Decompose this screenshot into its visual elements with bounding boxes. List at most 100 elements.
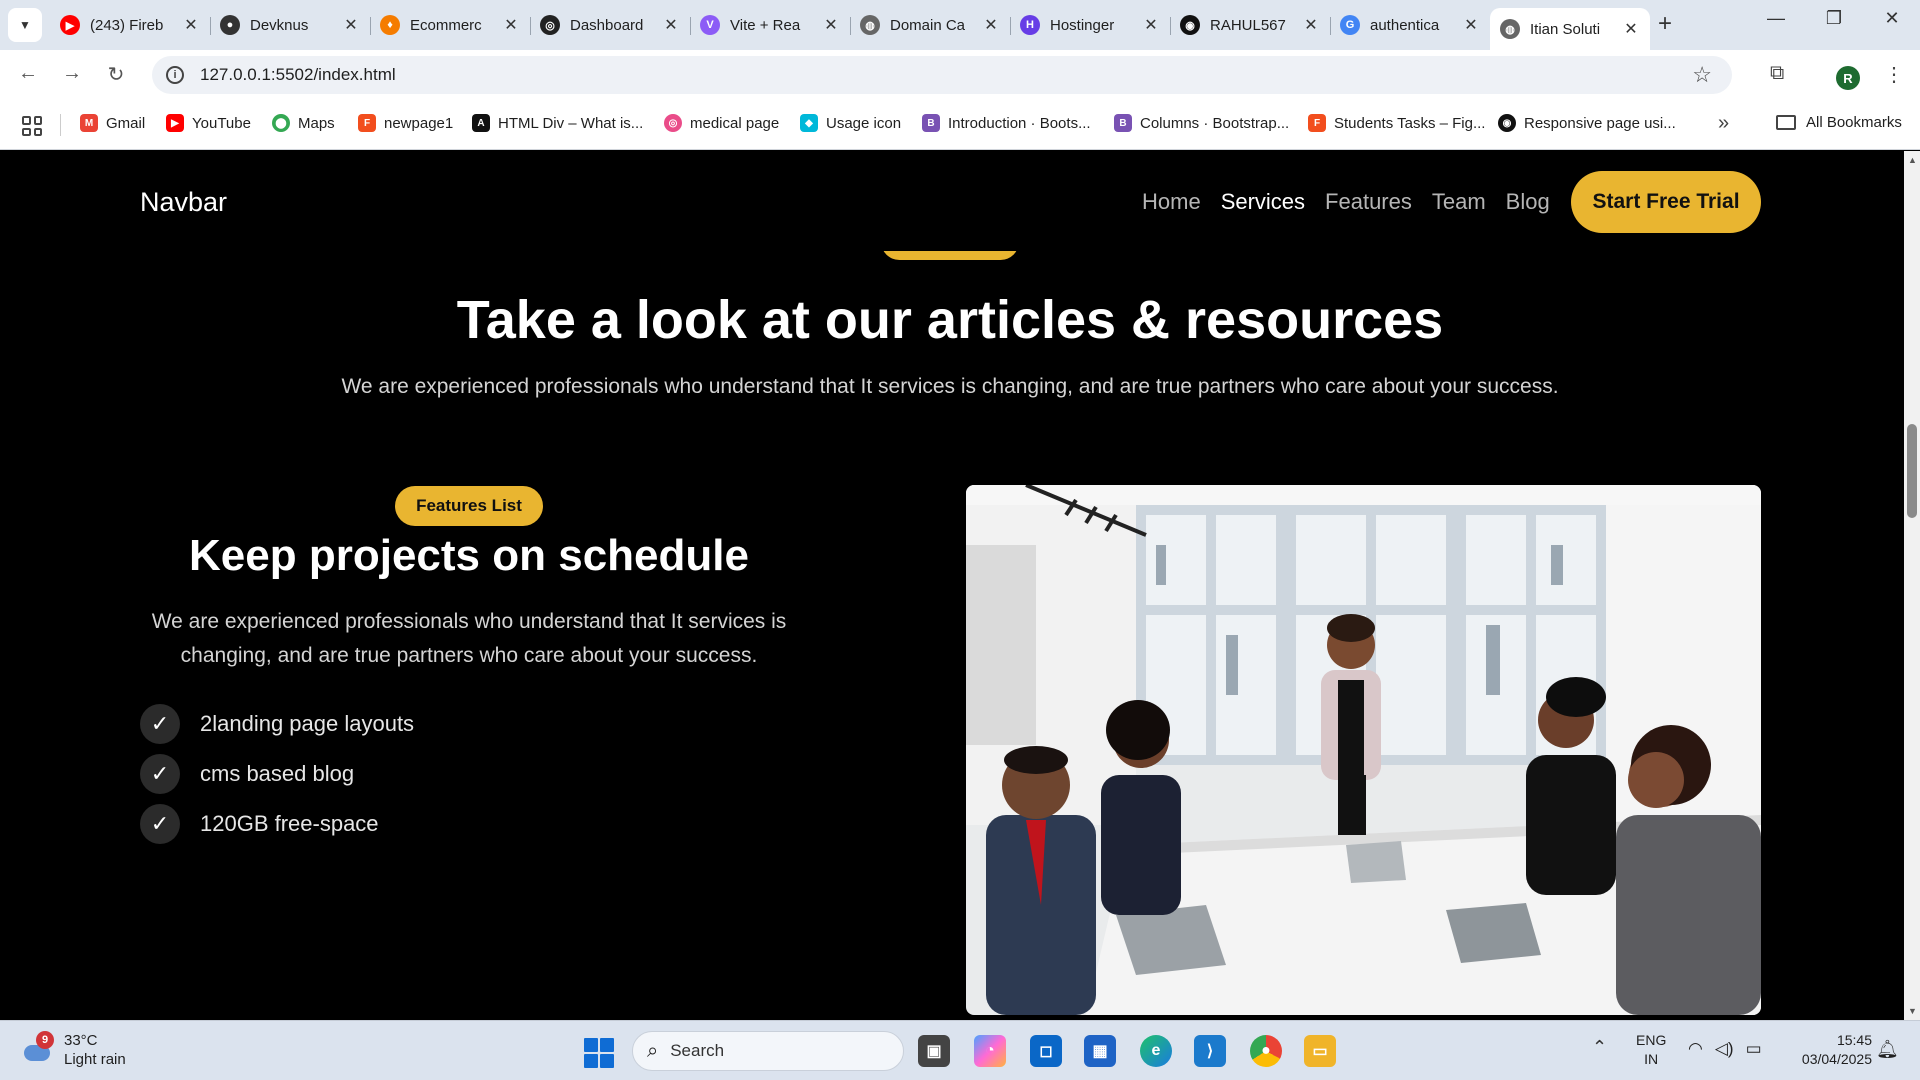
tab-5[interactable]: ◍ Domain Ca ✕ — [850, 8, 1011, 42]
edge-icon[interactable]: e — [1140, 1035, 1172, 1067]
back-arrow-icon[interactable]: ← — [14, 62, 42, 85]
bookmark-bootstrap-intro[interactable]: B Introduction · Boots... — [922, 114, 1091, 132]
bookmark-maps[interactable]: ⬤ Maps — [272, 114, 335, 132]
window-close-icon[interactable]: ✕ — [1872, 8, 1912, 29]
tab-title: RAHUL567 — [1210, 16, 1286, 34]
battery-icon[interactable]: ▭ — [1746, 1039, 1762, 1059]
close-icon[interactable]: ✕ — [342, 15, 360, 35]
forward-arrow-icon[interactable]: → — [58, 62, 86, 85]
tab-0[interactable]: ▶ (243) Fireb ✕ — [50, 8, 211, 42]
file-explorer-icon[interactable]: ▭ — [1304, 1035, 1336, 1067]
tab-title: Vite + Rea — [730, 16, 801, 34]
address-bar[interactable]: i 127.0.0.1:5502/index.html ☆ — [152, 56, 1732, 94]
bookmark-star-icon[interactable]: ☆ — [1692, 62, 1712, 88]
more-bookmarks-chevron-icon[interactable]: » — [1718, 112, 1729, 135]
gmail-icon: M — [80, 114, 98, 132]
github-icon: ◉ — [1180, 15, 1200, 35]
close-icon[interactable]: ✕ — [1142, 15, 1160, 35]
tab-9-active[interactable]: ◍ Itian Soluti ✕ — [1490, 8, 1650, 50]
clock-time: 15:45 — [1836, 1032, 1872, 1048]
url-text[interactable]: 127.0.0.1:5502/index.html — [200, 65, 396, 85]
task-view-icon[interactable]: ▣ — [918, 1035, 950, 1067]
tab-6[interactable]: H Hostinger ✕ — [1010, 8, 1171, 42]
minimize-icon[interactable]: — — [1756, 8, 1796, 29]
volume-icon[interactable]: ◁) — [1715, 1039, 1734, 1059]
site-brand[interactable]: Navbar — [140, 187, 227, 218]
close-icon[interactable]: ✕ — [1622, 19, 1640, 39]
copilot-icon[interactable]: ◔ — [974, 1035, 1006, 1067]
system-clock[interactable]: 15:45 03/04/2025 — [1784, 1031, 1872, 1069]
restore-icon[interactable]: ❐ — [1814, 8, 1854, 29]
system-tray[interactable]: ◠ ◁) ▭ — [1688, 1039, 1762, 1059]
nav-link-services[interactable]: Services — [1221, 189, 1305, 215]
openai-icon: ◎ — [540, 15, 560, 35]
windows-start-icon[interactable] — [584, 1038, 614, 1068]
scroll-up-icon[interactable]: ▲ — [1908, 155, 1917, 165]
bookmark-bootstrap-columns[interactable]: B Columns · Bootstrap... — [1114, 114, 1289, 132]
chrome-icon[interactable]: ● — [1250, 1035, 1282, 1067]
store-icon[interactable]: ▦ — [1084, 1035, 1116, 1067]
tray-chevron-up-icon[interactable]: ⌃ — [1592, 1037, 1607, 1058]
tab-2[interactable]: ♦ Ecommerc ✕ — [370, 8, 531, 42]
nav-link-home[interactable]: Home — [1142, 189, 1201, 215]
extensions-puzzle-icon[interactable]: ⧉ — [1770, 62, 1784, 85]
site-info-icon[interactable]: i — [166, 66, 184, 84]
bookmark-newpage1[interactable]: F newpage1 — [358, 114, 453, 132]
bookmark-gmail[interactable]: M Gmail — [80, 114, 145, 132]
page-scrollbar[interactable]: ▲ ▼ — [1904, 151, 1920, 1020]
bookmark-medical-page[interactable]: ◎ medical page — [664, 114, 779, 132]
profile-avatar[interactable]: R — [1836, 66, 1860, 90]
scrollbar-thumb[interactable] — [1907, 424, 1917, 518]
nav-link-blog[interactable]: Blog — [1506, 189, 1550, 215]
hostinger-icon: H — [1020, 15, 1040, 35]
tab-1[interactable]: ● Devknus ✕ — [210, 8, 371, 42]
apps-grid-icon[interactable] — [22, 116, 42, 136]
scroll-down-icon[interactable]: ▼ — [1908, 1006, 1917, 1016]
figma-icon: F — [1308, 114, 1326, 132]
notification-bell-icon[interactable]: 🔔︎ — [1876, 1039, 1899, 1060]
bookmark-html-div[interactable]: A HTML Div – What is... — [472, 114, 643, 132]
nav-link-team[interactable]: Team — [1432, 189, 1486, 215]
feature-pill: Features List — [395, 486, 543, 526]
close-icon[interactable]: ✕ — [1462, 15, 1480, 35]
tab-7[interactable]: ◉ RAHUL567 ✕ — [1170, 8, 1331, 42]
close-icon[interactable]: ✕ — [662, 15, 680, 35]
site-icon: A — [472, 114, 490, 132]
bookmark-responsive-page[interactable]: ◉ Responsive page usi... — [1498, 114, 1676, 132]
google-icon: G — [1340, 15, 1360, 35]
bookmark-usage-icon[interactable]: ◆ Usage icon — [800, 114, 901, 132]
wifi-icon[interactable]: ◠ — [1688, 1039, 1703, 1059]
weather-widget[interactable]: 9 33°C Light rain — [22, 1031, 126, 1069]
feature-list: ✓ 2landing page layouts ✓ cms based blog… — [140, 699, 414, 849]
reload-icon[interactable]: ↻ — [102, 62, 130, 87]
youtube-icon: ▶ — [60, 15, 80, 35]
close-icon[interactable]: ✕ — [502, 15, 520, 35]
section-title: Take a look at our articles & resources — [456, 290, 1444, 350]
menu-kebab-icon[interactable]: ⋮ — [1884, 62, 1904, 87]
meeting-photo — [966, 485, 1761, 1015]
tab-4[interactable]: V Vite + Rea ✕ — [690, 8, 851, 42]
start-free-trial-button[interactable]: Start Free Trial — [1571, 171, 1761, 233]
close-icon[interactable]: ✕ — [822, 15, 840, 35]
taskbar-search[interactable]: ⌕ Search — [632, 1031, 904, 1071]
github-icon: ◉ — [1498, 114, 1516, 132]
tab-title: Hostinger — [1050, 16, 1115, 34]
language-indicator[interactable]: ENG IN — [1636, 1031, 1666, 1069]
outlook-icon[interactable]: ◻ — [1030, 1035, 1062, 1067]
tab-3[interactable]: ◎ Dashboard ✕ — [530, 8, 691, 42]
bookmark-students-tasks[interactable]: F Students Tasks – Fig... — [1308, 114, 1485, 132]
cube-icon: ◆ — [800, 114, 818, 132]
new-tab-plus-icon[interactable]: + — [1650, 10, 1680, 38]
bookmark-youtube[interactable]: ▶ YouTube — [166, 114, 251, 132]
tab-8[interactable]: G authentica ✕ — [1330, 8, 1490, 42]
close-icon[interactable]: ✕ — [182, 15, 200, 35]
globe-icon: ◍ — [1500, 19, 1520, 39]
section-subtitle: We are experienced professionals who und… — [341, 375, 1559, 398]
vscode-icon[interactable]: ⟩ — [1194, 1035, 1226, 1067]
close-icon[interactable]: ✕ — [982, 15, 1000, 35]
site-icon: ● — [220, 15, 240, 35]
nav-link-features[interactable]: Features — [1325, 189, 1412, 215]
tab-search-button[interactable]: ▼ — [8, 8, 42, 42]
close-icon[interactable]: ✕ — [1302, 15, 1320, 35]
all-bookmarks-button[interactable]: All Bookmarks — [1776, 114, 1902, 131]
